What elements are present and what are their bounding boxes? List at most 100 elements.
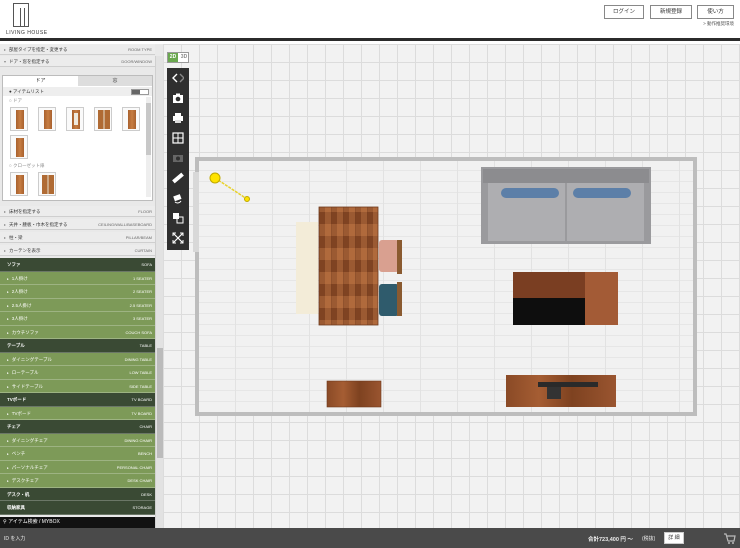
tab-window[interactable]: 窓 (78, 76, 152, 86)
category-sublabel: PERSONAL CHAIR (116, 464, 152, 470)
category-item[interactable]: ▸ TVボード TV BOARD (0, 406, 155, 420)
total-price: 723,400 円 ～ (599, 537, 633, 543)
category-label-text: TVボード (11, 410, 32, 416)
category-item[interactable]: ▸ ダイニングテーブル DINING TABLE (0, 352, 155, 366)
living-house-logo[interactable]: LIVING HOUSE (6, 3, 47, 39)
search-label: アイテム検索 / MYBOX (8, 519, 60, 525)
category-label-text: 2人掛け (11, 289, 28, 294)
category-header[interactable]: デスク・机 DESK (0, 487, 155, 501)
detail-button[interactable]: 詳 細 (664, 532, 684, 544)
dining-table[interactable] (318, 206, 379, 326)
category-sublabel: 2 SEATER (132, 289, 152, 294)
total-label: 合計 (588, 537, 600, 543)
dining-chair[interactable] (379, 240, 402, 274)
window-marker[interactable] (193, 172, 199, 252)
cart-icon[interactable] (723, 531, 737, 545)
category-sublabel: 1 SEATER (132, 275, 152, 281)
triangle-right-icon: ▸ (7, 303, 9, 308)
category-label-text: カウチソファ (11, 329, 39, 335)
double-door-icon (98, 110, 110, 129)
header: LIVING HOUSE ログイン 新規登録 使い方 > 動作推奨環境 (0, 0, 740, 41)
category-label-text: 1人掛け (11, 275, 28, 281)
category-label-text: ダイニングチェア (11, 437, 48, 443)
sidebar-scrollbar[interactable] (155, 56, 163, 528)
category-item[interactable]: ▸ ダイニングチェア DINING CHAIR (0, 433, 155, 447)
category-label: 収納家具 (7, 501, 25, 515)
category-label-door: ○ ドア (9, 98, 22, 103)
floor-plan-canvas[interactable]: 2D 3D (163, 44, 740, 528)
category-item[interactable]: ▸ 1人掛け 1 SEATER (0, 271, 155, 287)
category-item[interactable]: ▸ ローテーブル LOW TABLE (0, 366, 155, 380)
triangle-right-icon: ▸ (7, 357, 9, 362)
category-sublabel: TABLE (139, 343, 152, 348)
door-item[interactable] (38, 107, 56, 131)
sofa-2-seater[interactable] (481, 167, 651, 244)
door-item[interactable] (10, 135, 28, 159)
floor-rug[interactable] (296, 222, 318, 314)
door-item[interactable] (94, 107, 112, 131)
category-header[interactable]: ソファ SOFA (0, 258, 155, 272)
category-item[interactable]: ▸ サイドテーブル SIDE TABLE (0, 379, 155, 393)
logo-mark-icon (13, 3, 29, 27)
category-label-text: デスクチェア (11, 478, 39, 483)
category-item[interactable]: ▸ デスクチェア DESK CHAIR (0, 474, 155, 488)
category-sublabel: SIDE TABLE (129, 383, 152, 389)
category-label: チェア (7, 420, 21, 434)
triangle-down-icon: ▾ (4, 59, 7, 64)
dining-chair[interactable] (379, 282, 402, 316)
category-header[interactable]: 収納家具 STORAGE (0, 501, 155, 515)
sidebar-item-door-window[interactable]: ▾ ドア・窓を指定する DOOR/WINDOW (0, 56, 155, 67)
sidebar-item-sublabel: DOOR/WINDOW (121, 59, 152, 64)
sidebar-item-floor[interactable]: ▸ 床材を指定する FLOOR (0, 206, 155, 217)
recommended-env-link[interactable]: > 動作推奨環境 (703, 21, 734, 27)
category-item[interactable]: ▸ カウチソファ COUCH SOFA (0, 325, 155, 339)
sidebar-item-label: 柱・梁 (9, 235, 23, 240)
tab-door[interactable]: ドア (3, 76, 78, 86)
category-sublabel: 2.5 SEATER (129, 302, 152, 308)
category-label-text: 3人掛け (11, 316, 28, 321)
category-label-text: クローゼット扉 (12, 163, 45, 168)
id-input[interactable]: ID を入力 (4, 535, 25, 542)
view-toggle-button[interactable] (131, 89, 149, 95)
door-item[interactable] (122, 107, 140, 131)
category-label-text: ローテーブル (11, 370, 39, 375)
item-search-bar[interactable]: ⚲ アイテム検索 / MYBOX (0, 517, 155, 528)
door-item[interactable] (66, 107, 84, 131)
tv-board[interactable] (506, 375, 616, 407)
closet-door-item[interactable] (10, 172, 28, 196)
sidebar-item-sublabel: CURTAIN (134, 248, 152, 253)
category-item[interactable]: ▸ 2人掛け 2 SEATER (0, 285, 155, 299)
sidebar-item-ceiling-wall[interactable]: ▸ 天井・腰板・巾木を指定する CEILING/WALL/BASEBOARD (0, 219, 155, 230)
category-label: ▸ 1人掛け (7, 272, 28, 287)
category-item[interactable]: ▸ ベンチ BENCH (0, 447, 155, 461)
triangle-right-icon: ▸ (7, 438, 9, 443)
category-header[interactable]: テーブル TABLE (0, 339, 155, 353)
closet-double-door-icon (42, 175, 54, 194)
category-sublabel: TV BOARD (131, 397, 152, 402)
category-sublabel: DESK CHAIR (127, 478, 152, 483)
category-item[interactable]: ▸ パーソナルチェア PERSONAL CHAIR (0, 460, 155, 474)
triangle-right-icon: ▸ (7, 384, 9, 389)
door-item[interactable] (10, 107, 28, 131)
sidebar-item-label: カーテンを表示 (9, 248, 41, 253)
sidebar-item-pillar-beam[interactable]: ▸ 柱・梁 PILLAR/BEAM (0, 232, 155, 243)
side-cabinet[interactable] (326, 380, 382, 408)
login-button[interactable]: ログイン (604, 5, 644, 19)
category-sublabel: CHAIR (139, 424, 152, 429)
usage-button[interactable]: 使い方 (697, 5, 734, 19)
category-header[interactable]: TVボード TV BOARD (0, 393, 155, 407)
closet-door-item[interactable] (38, 172, 56, 196)
category-item[interactable]: ▸ 2.5人掛け 2.5 SEATER (0, 298, 155, 312)
triangle-right-icon: ▸ (7, 317, 9, 321)
sidebar-item-room-type[interactable]: ▸ 部屋タイプを指定・変更する ROOM TYPE (0, 44, 155, 55)
category-header[interactable]: チェア CHAIR (0, 420, 155, 434)
category-label-closet: ○ クローゼット扉 (9, 163, 45, 168)
panel-scrollbar[interactable] (146, 97, 151, 197)
register-button[interactable]: 新規登録 (650, 5, 692, 19)
sidebar-item-curtain[interactable]: ▸ カーテンを表示 CURTAIN (0, 245, 155, 256)
category-sublabel: DINING TABLE (124, 356, 152, 362)
category-item[interactable]: ▸ 3人掛け 3 SEATER (0, 312, 155, 326)
scrollbar-thumb[interactable] (146, 103, 151, 155)
measure-tool[interactable] (209, 172, 250, 202)
low-board[interactable] (513, 272, 618, 325)
